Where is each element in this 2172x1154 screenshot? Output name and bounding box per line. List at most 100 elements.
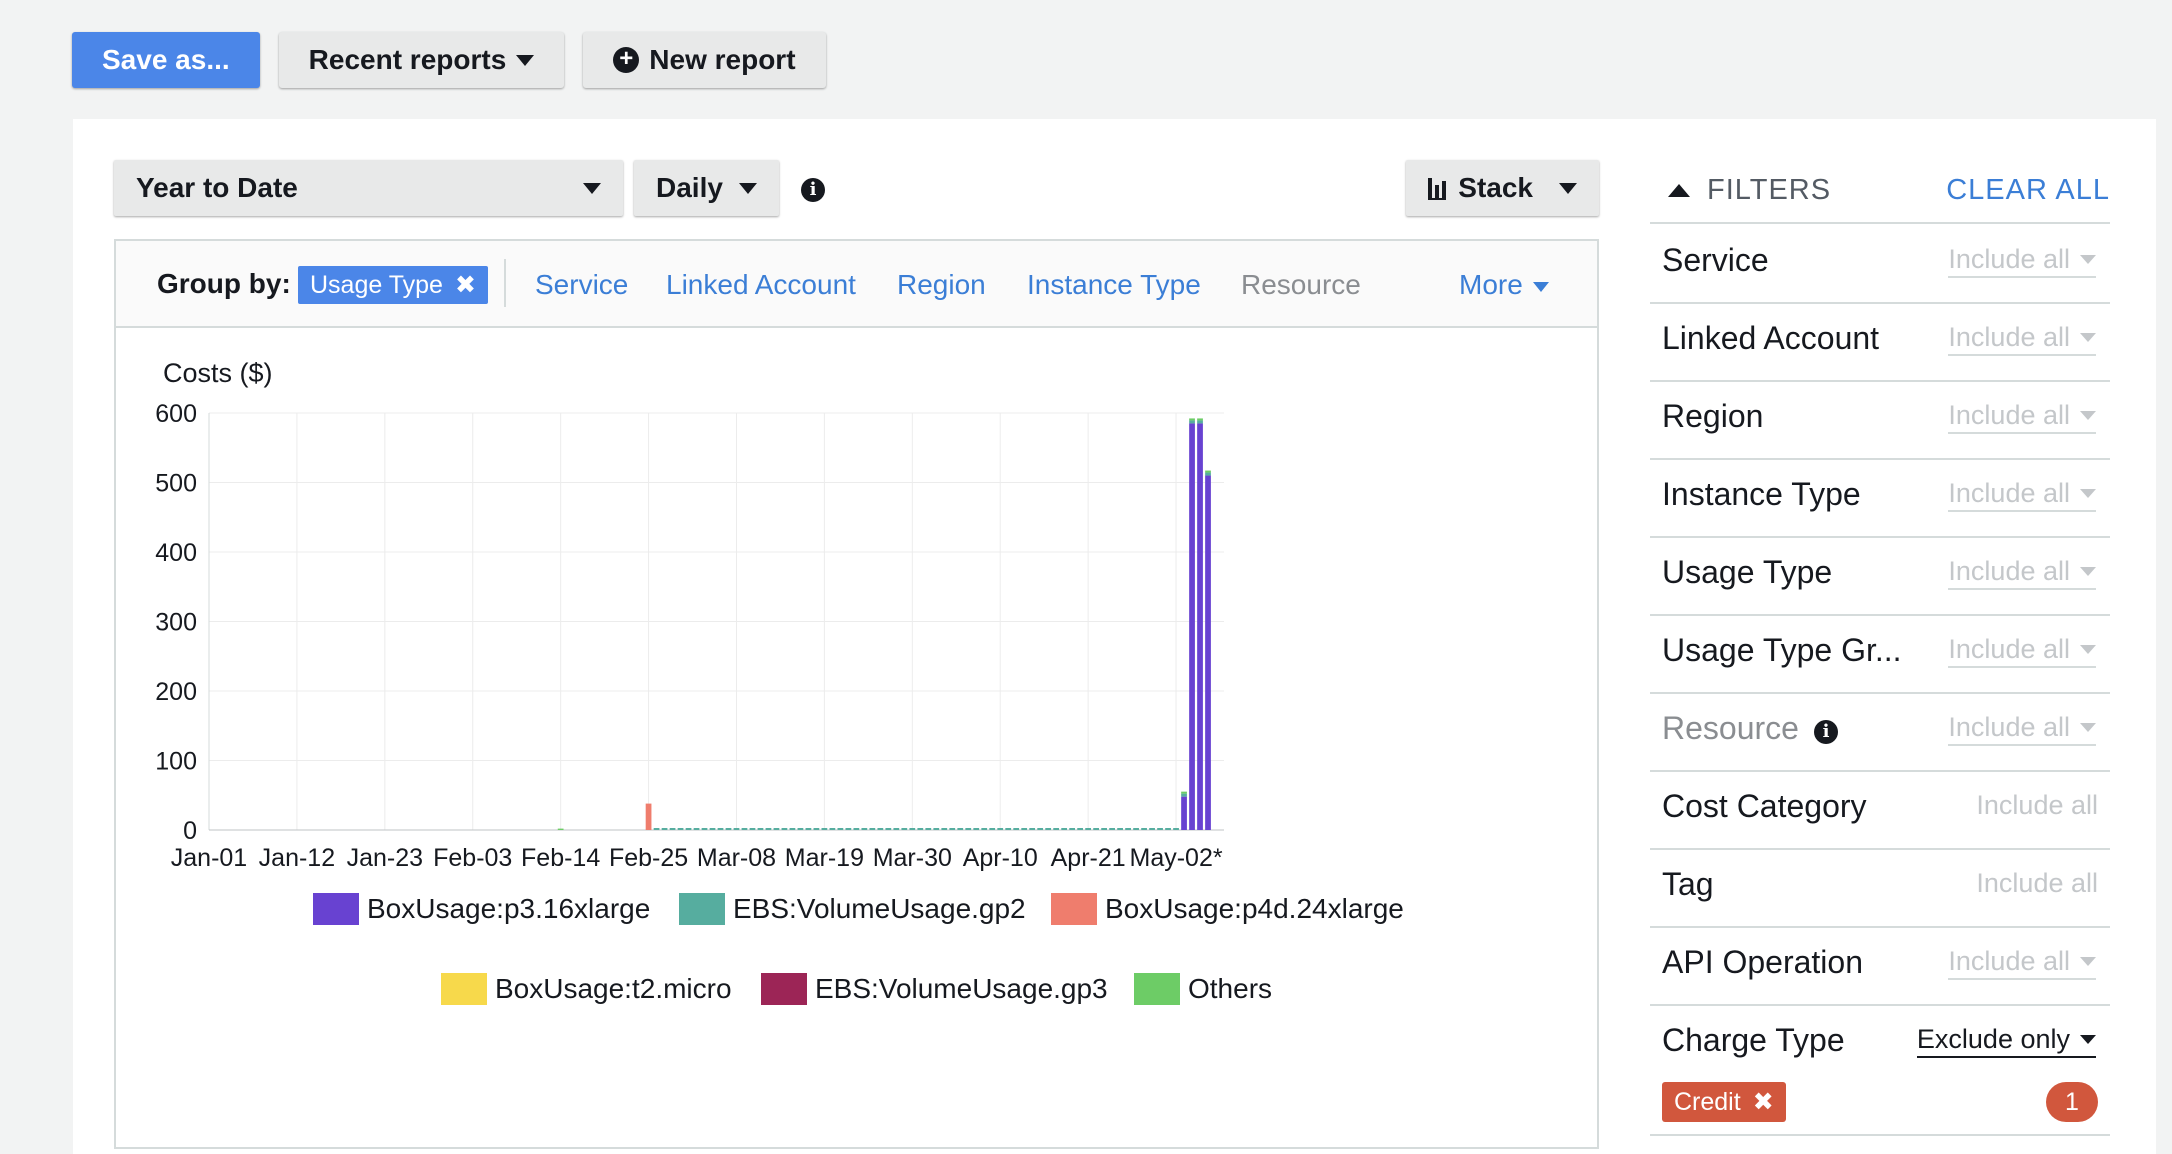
group-by-option-linked-account[interactable]: Linked Account xyxy=(666,269,856,301)
chart-bar xyxy=(1093,828,1100,830)
filter-value-select[interactable]: Include all xyxy=(1948,712,2096,746)
chart-bar xyxy=(797,828,804,830)
collapse-triangle-icon[interactable] xyxy=(1668,184,1690,197)
save-as-button[interactable]: Save as... xyxy=(72,32,260,88)
date-range-value: Year to Date xyxy=(136,172,298,203)
x-tick-label: Apr-21 xyxy=(1051,844,1126,872)
filter-value: Include all xyxy=(1948,244,2070,274)
legend-item[interactable]: EBS:VolumeUsage.gp3 xyxy=(761,973,1108,1005)
filter-row-tag[interactable]: Tag Include all xyxy=(1650,848,2110,928)
info-icon[interactable]: i xyxy=(1814,720,1838,744)
filter-row-resource[interactable]: Resource i Include all xyxy=(1650,692,2110,772)
chart-bar xyxy=(765,828,772,830)
chart-bar xyxy=(877,828,884,830)
plus-circle-icon: + xyxy=(613,47,640,73)
group-by-option-region[interactable]: Region xyxy=(897,269,986,301)
filter-value-select[interactable]: Include all xyxy=(1948,478,2096,512)
y-tick-label: 0 xyxy=(183,817,197,845)
granularity-select[interactable]: Daily xyxy=(634,160,779,216)
filter-name: Tag xyxy=(1662,866,1714,902)
chart-bar xyxy=(1197,420,1203,424)
chart-bar xyxy=(1053,828,1060,830)
group-by-more[interactable]: More xyxy=(1459,269,1549,301)
caret-down-icon xyxy=(583,182,601,194)
filter-row-instance-type[interactable]: Instance Type Include all xyxy=(1650,458,2110,538)
filter-value-select[interactable]: Include all xyxy=(1948,946,2096,980)
charge-type-chip-label: Credit xyxy=(1674,1087,1741,1116)
info-icon[interactable]: i xyxy=(801,178,825,202)
legend-label: BoxUsage:p3.16xlarge xyxy=(367,893,651,924)
chart-bar xyxy=(1085,828,1092,830)
chart-style-select[interactable]: Stack xyxy=(1406,160,1599,216)
remove-icon[interactable]: ✖ xyxy=(1753,1087,1774,1117)
filter-value-select[interactable]: Include all xyxy=(1948,322,2096,356)
legend-label: Others xyxy=(1188,973,1273,1004)
x-axis-ticks: Jan-01 Jan-12 Jan-23 Feb-03 Feb-14 Feb-25 Mar-… xyxy=(171,844,1223,872)
x-tick-label: Mar-30 xyxy=(873,844,952,872)
chart-bar xyxy=(717,828,724,830)
new-report-button[interactable]: + New report xyxy=(583,32,826,88)
filter-value-select[interactable]: Include all xyxy=(1976,790,2098,822)
chart-grid xyxy=(208,412,1224,831)
filters-header[interactable]: FILTERS CLEAR ALL xyxy=(1650,170,2110,224)
filter-row-cost-category[interactable]: Cost Category Include all xyxy=(1650,770,2110,850)
filter-value-select[interactable]: Include all xyxy=(1948,634,2096,668)
chart-bar xyxy=(1149,828,1155,830)
filter-row-usage-type[interactable]: Usage Type Include all xyxy=(1650,536,2110,616)
group-by-option-resource[interactable]: Resource xyxy=(1241,269,1361,301)
recent-reports-button[interactable]: Recent reports xyxy=(278,32,565,88)
charge-type-chip[interactable]: Credit ✖ xyxy=(1662,1082,1786,1122)
chart-bar xyxy=(1045,828,1052,830)
chart-bar xyxy=(829,828,836,830)
chart-bar xyxy=(989,828,996,830)
chart-bar xyxy=(1037,828,1044,830)
chart-bar xyxy=(661,828,668,830)
chart-bar xyxy=(997,828,1004,830)
filter-value-select[interactable]: Include all xyxy=(1948,244,2096,278)
date-range-select[interactable]: Year to Date xyxy=(114,160,623,216)
granularity-value: Daily xyxy=(656,172,723,203)
legend-item[interactable]: BoxUsage:p3.16xlarge xyxy=(313,893,650,925)
caret-down-icon xyxy=(2080,255,2096,264)
chart-bar xyxy=(669,828,676,830)
legend-item[interactable]: BoxUsage:p4d.24xlarge xyxy=(1051,893,1404,925)
caret-down-icon xyxy=(1532,281,1549,292)
group-by-chip[interactable]: Usage Type ✖ xyxy=(298,266,488,304)
chart-bar xyxy=(741,828,748,830)
remove-icon[interactable]: ✖ xyxy=(455,270,476,300)
x-tick-label: May-02* xyxy=(1130,844,1223,872)
filter-value-select[interactable]: Exclude only xyxy=(1916,1024,2096,1058)
group-by-option-instance-type[interactable]: Instance Type xyxy=(1027,269,1201,301)
group-by-option-service[interactable]: Service xyxy=(535,269,628,301)
y-tick-label: 300 xyxy=(155,609,197,637)
legend-item[interactable]: BoxUsage:t2.micro xyxy=(441,973,732,1005)
legend-item[interactable]: EBS:VolumeUsage.gp2 xyxy=(679,893,1026,925)
filter-row-linked-account[interactable]: Linked Account Include all xyxy=(1650,302,2110,382)
chart-bar xyxy=(1181,793,1187,797)
filter-name: Usage Type Gr... xyxy=(1662,632,1902,668)
chart-bar xyxy=(1189,423,1195,830)
chart-bar xyxy=(1061,828,1068,830)
filter-value-select[interactable]: Include all xyxy=(1948,400,2096,434)
legend-swatch xyxy=(679,893,725,925)
chart-bar xyxy=(821,828,828,830)
filter-row-api-operation[interactable]: API Operation Include all xyxy=(1650,926,2110,1006)
filter-row-region[interactable]: Region Include all xyxy=(1650,380,2110,460)
y-tick-label: 400 xyxy=(155,539,197,567)
bar-chart-icon xyxy=(1428,178,1447,200)
legend-swatch xyxy=(1134,973,1180,1005)
filter-value-select[interactable]: Include all xyxy=(1976,868,2098,900)
legend-item[interactable]: Others xyxy=(1134,973,1272,1005)
chart-bar xyxy=(869,828,876,830)
filter-row-service[interactable]: Service Include all xyxy=(1650,224,2110,304)
chart-bar xyxy=(1181,796,1187,830)
legend-label: EBS:VolumeUsage.gp2 xyxy=(733,893,1026,924)
legend-swatch xyxy=(441,973,487,1005)
clear-all-link[interactable]: CLEAR ALL xyxy=(1946,174,2110,207)
filter-name: Resource xyxy=(1662,710,1799,746)
x-tick-label: Jan-01 xyxy=(171,844,247,872)
recent-reports-label: Recent reports xyxy=(308,44,507,75)
chart-bar xyxy=(957,828,964,830)
filter-value-select[interactable]: Include all xyxy=(1948,556,2096,590)
filter-row-usage-type-group[interactable]: Usage Type Gr... Include all xyxy=(1650,614,2110,694)
